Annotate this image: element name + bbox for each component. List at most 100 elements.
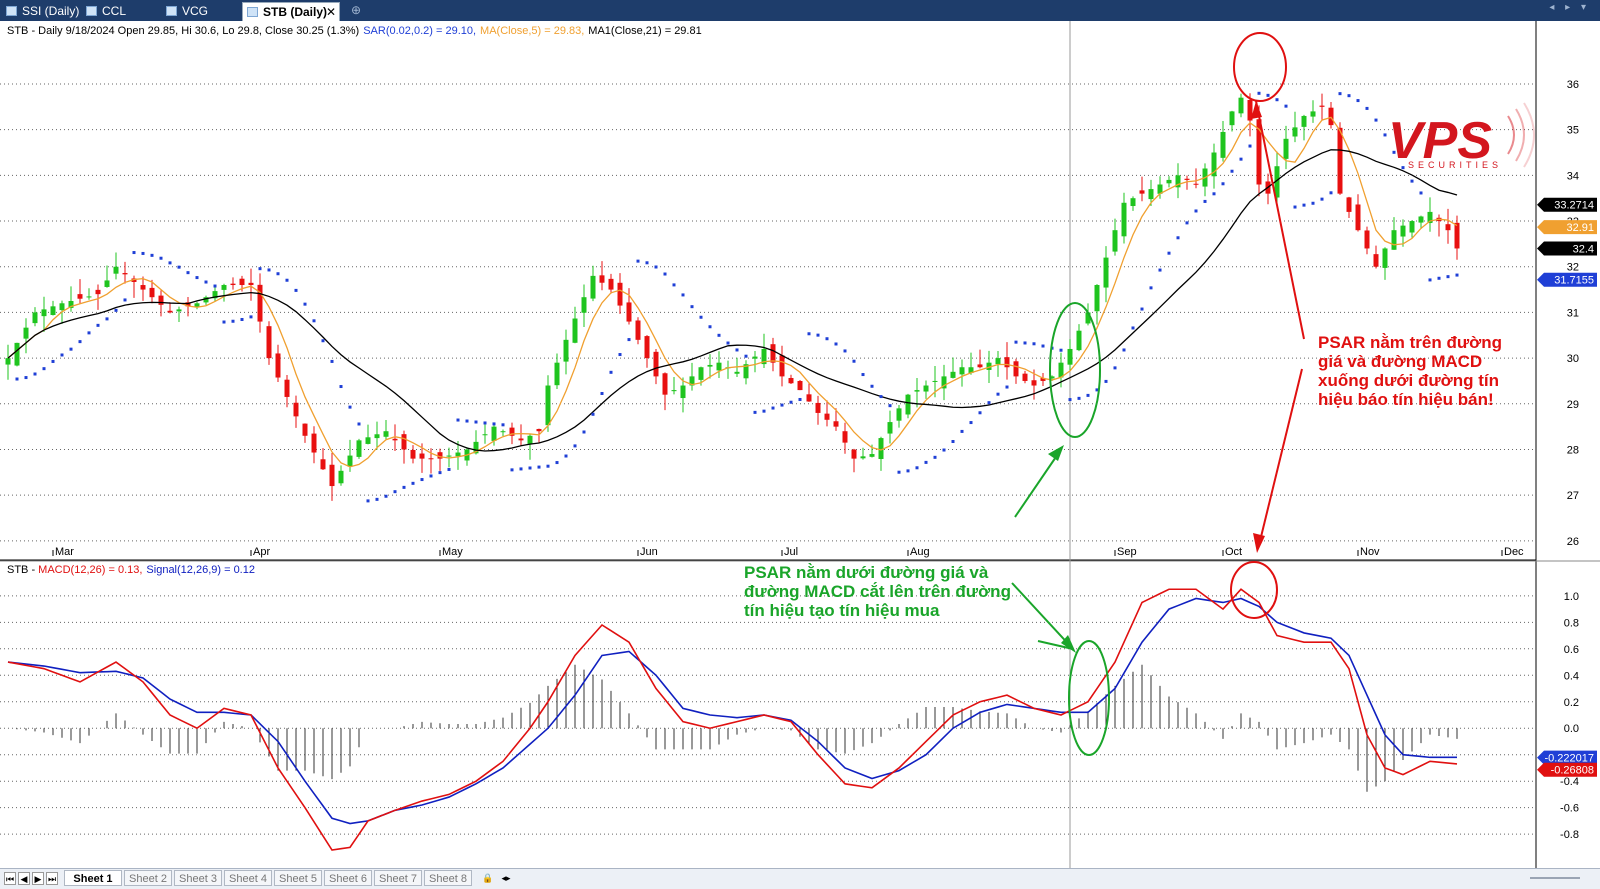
sar-dot xyxy=(141,251,145,255)
price-label-ma5-text: 32.91 xyxy=(1566,222,1594,234)
sheet-tab-4[interactable]: Sheet 4 xyxy=(224,870,272,886)
candle-body xyxy=(545,385,551,426)
sar-dot xyxy=(636,259,640,263)
price-label-sar-text: 31.7155 xyxy=(1554,275,1594,287)
candle-body xyxy=(1139,190,1145,194)
sheet-tab-3[interactable]: Sheet 3 xyxy=(174,870,222,886)
sell-annotation-line-1: PSAR nằm trên đường xyxy=(1318,333,1502,352)
sar-dot xyxy=(897,470,901,474)
sar-dot xyxy=(1374,118,1378,122)
sar-dot xyxy=(1239,157,1243,161)
sar-dot xyxy=(519,467,523,471)
candle-body xyxy=(41,309,47,317)
sar-dot xyxy=(735,348,739,352)
candle-body xyxy=(1130,198,1136,207)
candle-body xyxy=(338,470,344,484)
sar-dot xyxy=(537,465,541,469)
sell-annotation-line-3: xuống dưới đường tín xyxy=(1318,371,1499,390)
macd-label-signal: -0.222017 xyxy=(1537,750,1597,765)
sar-dot xyxy=(1122,348,1126,352)
next-sheet-icon[interactable]: ▶ xyxy=(32,872,44,885)
sar-dot xyxy=(708,325,712,329)
macd-tick-label: 0.2 xyxy=(1564,697,1579,709)
tab-vcg[interactable]: VCG (Daily) xyxy=(162,2,240,37)
candle-body xyxy=(1364,230,1370,249)
candle-body xyxy=(266,326,272,359)
candle-body xyxy=(671,390,677,392)
sar-dot xyxy=(1437,276,1441,280)
sheet-tab-8[interactable]: Sheet 8 xyxy=(424,870,472,886)
sar-dot xyxy=(222,320,226,324)
close-icon[interactable]: ✕ xyxy=(326,3,336,22)
sar-dot xyxy=(1113,366,1117,370)
price-label-close: 32.4 xyxy=(1537,241,1597,256)
chart-icon xyxy=(6,6,17,16)
sheet-tab-7[interactable]: Sheet 7 xyxy=(374,870,422,886)
tab-stb[interactable]: STB (Daily) ✕ xyxy=(242,2,340,21)
candle-body xyxy=(221,285,227,290)
sar-dot xyxy=(366,499,370,503)
sar-dot xyxy=(492,422,496,426)
candle-body xyxy=(248,282,254,286)
candle-body xyxy=(590,275,596,299)
sar-dot xyxy=(627,338,631,342)
candle-body xyxy=(1022,373,1028,381)
sheet-tab-6[interactable]: Sheet 6 xyxy=(324,870,372,886)
candle-body xyxy=(1013,361,1019,377)
sar-dot xyxy=(1194,209,1198,213)
candle-body xyxy=(734,371,740,374)
sar-dot xyxy=(276,272,280,276)
sar-dot xyxy=(924,460,928,464)
last-sheet-icon[interactable]: ⏭ xyxy=(46,872,58,885)
sar-dot xyxy=(600,391,604,395)
sar-dot xyxy=(447,467,451,471)
candle-body xyxy=(1112,230,1118,252)
candle-body xyxy=(122,273,128,275)
add-tab-icon[interactable]: ⊕ xyxy=(351,3,361,17)
sell-annotation-line-4: hiệu báo tín hiệu bán! xyxy=(1318,390,1494,409)
horizontal-scrollbar[interactable] xyxy=(1530,877,1580,879)
candle-body xyxy=(428,458,434,460)
candle-body xyxy=(887,422,893,434)
first-sheet-icon[interactable]: ⏮ xyxy=(4,872,16,885)
sar-dot xyxy=(24,376,28,380)
sheet-tab-2[interactable]: Sheet 2 xyxy=(124,870,172,886)
sar-dot xyxy=(474,420,478,424)
candle-body xyxy=(374,434,380,439)
sar-dot xyxy=(1059,348,1063,352)
sar-dot xyxy=(411,481,415,485)
sheet-scroll-icon[interactable]: ◂▸ xyxy=(500,872,512,885)
lock-icon[interactable]: 🔒 xyxy=(482,872,494,885)
candle-body xyxy=(1076,330,1082,351)
macd-header: STB - MACD(12,26) = 0.13, Signal(12,26,9)… xyxy=(7,564,255,576)
candle-body xyxy=(707,364,713,367)
candle-body xyxy=(347,455,353,467)
sar-dot xyxy=(564,454,568,458)
candle-body xyxy=(1058,362,1064,378)
price-header-main: STB - Daily 9/18/2024 Open 29.85, Hi 30.… xyxy=(7,25,359,37)
macd-tick-label: 0.4 xyxy=(1564,670,1579,682)
sar-dot xyxy=(798,397,802,401)
sar-dot xyxy=(1203,199,1207,203)
sar-dot xyxy=(1383,133,1387,137)
sheet-tab-5[interactable]: Sheet 5 xyxy=(274,870,322,886)
candle-body xyxy=(14,342,20,366)
candle-body xyxy=(779,355,785,377)
sar-dot xyxy=(1086,393,1090,397)
sar-dot xyxy=(339,385,343,389)
candle-body xyxy=(392,438,398,441)
sheet-tab-1[interactable]: Sheet 1 xyxy=(64,870,122,886)
sar-dot xyxy=(501,423,505,427)
sar-dot xyxy=(879,395,883,399)
tab-ssi[interactable]: SSI (Daily) xyxy=(2,2,80,21)
candle-body xyxy=(356,440,362,457)
tab-ccl[interactable]: CCL (Daily) xyxy=(82,2,160,37)
chart-icon xyxy=(247,7,258,17)
macd-label-macd-text: -0.26808 xyxy=(1551,765,1594,777)
sar-dot xyxy=(1041,344,1045,348)
price-header-ma1: MA1(Close,21) = 29.81 xyxy=(588,25,701,37)
tab-scroll-icons[interactable]: ◂ ▸ ▾ xyxy=(1549,2,1590,13)
macd-tick-label: -0.8 xyxy=(1560,829,1579,841)
candle-body xyxy=(383,431,389,437)
prev-sheet-icon[interactable]: ◀ xyxy=(18,872,30,885)
